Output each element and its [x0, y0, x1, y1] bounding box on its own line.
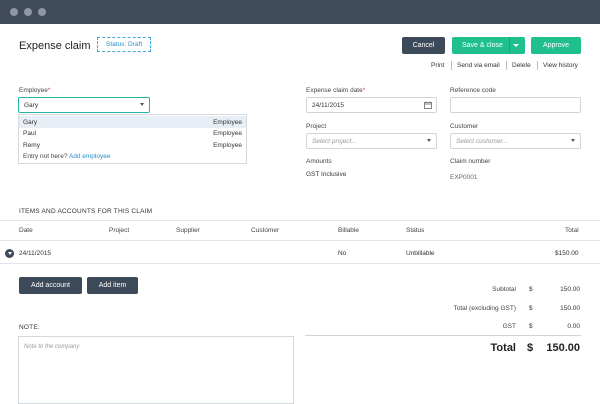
project-label: Project [306, 123, 327, 130]
delete-link[interactable]: Delete [512, 62, 531, 69]
currency-symbol: $ [527, 342, 534, 354]
gst-label: GST [502, 323, 516, 330]
amounts-label: Amounts [306, 158, 332, 165]
add-item-button[interactable]: Add item [87, 277, 138, 294]
print-link[interactable]: Print [431, 62, 444, 69]
list-item[interactable]: Paul Employee [19, 127, 246, 139]
send-email-link[interactable]: Send via email [457, 62, 500, 69]
reference-label: Reference code [450, 87, 496, 94]
total-excl-label: Total (excluding GST) [453, 305, 517, 312]
required-mark: * [47, 87, 51, 94]
amounts-value: GST Inclusive [306, 171, 347, 178]
row-status: Unbillable [406, 250, 435, 257]
note-label: NOTE: [19, 324, 40, 331]
view-history-link[interactable]: View history [543, 62, 578, 69]
total-label: Total [490, 342, 516, 354]
note-placeholder: Note to the company [24, 344, 80, 350]
option-role: Employee [213, 129, 242, 137]
not-here-text: Entry not here? [23, 153, 68, 160]
divider [451, 61, 452, 70]
divider [537, 61, 538, 70]
row-total: $150.00 [555, 250, 579, 257]
required-mark: * [362, 87, 366, 94]
column-header-supplier: Supplier [176, 227, 200, 234]
column-header-customer: Customer [251, 227, 280, 234]
cancel-button[interactable]: Cancel [402, 37, 445, 54]
project-select[interactable]: Select project... [306, 133, 437, 149]
note-textarea[interactable]: Note to the company [18, 336, 294, 404]
divider [0, 263, 600, 264]
option-role: Employee [213, 141, 242, 149]
column-header-status: Status [406, 227, 425, 234]
divider [0, 220, 600, 221]
reference-input[interactable] [450, 97, 581, 113]
customer-placeholder: Select customer... [456, 137, 508, 145]
customer-label: Customer [450, 123, 479, 130]
entry-not-here: Entry not here? Add employee [23, 153, 110, 160]
chevron-down-icon[interactable] [427, 139, 431, 142]
claim-number-value: EXP0001 [450, 174, 478, 181]
claim-date-input[interactable]: 24/11/2015 [306, 97, 437, 113]
page-title: Expense claim [19, 40, 91, 52]
status-badge: Status: Draft [97, 37, 152, 52]
claim-date-label: Expense claim date* [306, 87, 365, 94]
currency-symbol: $ [529, 286, 533, 293]
currency-symbol: $ [529, 323, 533, 330]
split-divider [509, 37, 510, 54]
claim-date-label-text: Expense claim date [306, 87, 363, 94]
employee-label: Employee* [19, 87, 50, 94]
column-header-billable: Billable [338, 227, 359, 234]
expand-row-button[interactable] [5, 249, 14, 258]
row-billable: No [338, 250, 347, 257]
customer-select[interactable]: Select customer... [450, 133, 581, 149]
chevron-down-icon[interactable] [571, 139, 575, 142]
list-item[interactable]: Remy Employee [19, 139, 246, 151]
total-excl-value: 150.00 [560, 305, 580, 312]
add-employee-link[interactable]: Add employee [69, 153, 111, 160]
currency-symbol: $ [529, 305, 533, 312]
claim-date-value: 24/11/2015 [312, 101, 345, 109]
save-close-button[interactable]: Save & close [452, 37, 525, 54]
window-minimize-dot[interactable] [24, 8, 32, 16]
employee-value: Gary [24, 101, 39, 109]
items-section-title: ITEMS AND ACCOUNTS FOR THIS CLAIM [19, 208, 153, 215]
gst-value: 0.00 [567, 323, 580, 330]
divider [506, 61, 507, 70]
option-name: Paul [23, 129, 37, 137]
chevron-down-icon[interactable] [140, 103, 144, 106]
employee-label-text: Employee [19, 87, 48, 94]
calendar-icon[interactable] [424, 101, 432, 109]
divider [0, 240, 600, 241]
save-close-label: Save & close [462, 42, 503, 49]
option-role: Employee [213, 118, 242, 126]
add-account-button[interactable]: Add account [19, 277, 82, 294]
chevron-down-icon [7, 252, 12, 255]
option-name: Remy [23, 141, 40, 149]
subtotal-label: Subtotal [492, 286, 516, 293]
window-close-dot[interactable] [10, 8, 18, 16]
total-value: 150.00 [546, 342, 580, 354]
project-placeholder: Select project... [312, 137, 357, 145]
divider [305, 335, 581, 336]
column-header-total: Total [565, 227, 579, 234]
subtotal-value: 150.00 [560, 286, 580, 293]
column-header-date: Date [19, 227, 33, 234]
claim-number-label: Claim number [450, 158, 491, 165]
window-titlebar [0, 0, 600, 24]
row-date: 24/11/2015 [19, 250, 52, 257]
employee-select[interactable]: Gary [18, 97, 150, 113]
approve-button[interactable]: Approve [531, 37, 581, 54]
column-header-project: Project [109, 227, 130, 234]
window-maximize-dot[interactable] [38, 8, 46, 16]
chevron-down-icon[interactable] [513, 44, 519, 47]
employee-dropdown: Gary Employee Paul Employee Remy Employe… [18, 114, 247, 164]
option-name: Gary [23, 118, 38, 126]
